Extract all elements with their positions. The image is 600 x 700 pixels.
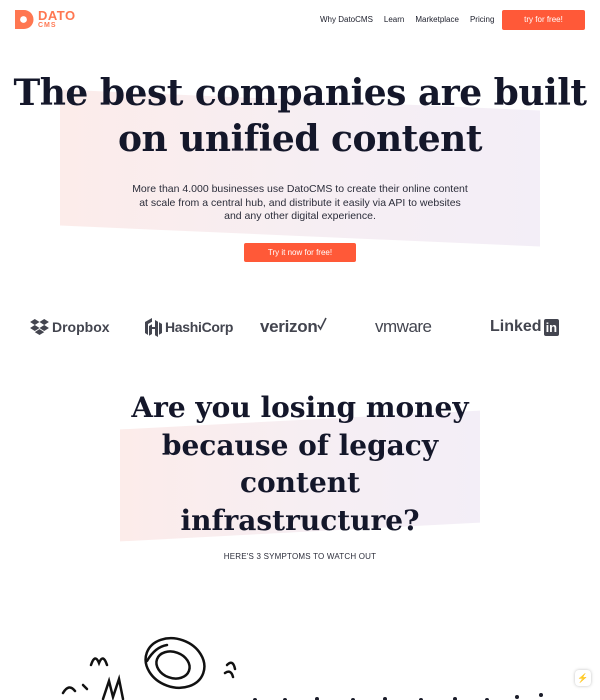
- verizon-logo: verizon: [260, 314, 328, 340]
- hashicorp-icon: [145, 317, 165, 337]
- hero-title-line-2: on unified content: [118, 118, 482, 160]
- logo-text-bottom: CMS: [38, 22, 57, 29]
- linkedin-wordmark: Linked: [490, 318, 542, 335]
- symptoms-subheading: HERE'S 3 SYMPTOMS TO WATCH OUT: [223, 552, 377, 561]
- nav-links: Why DatoCMS Learn Marketplace Pricing: [320, 15, 505, 24]
- dropbox-icon: [30, 319, 52, 335]
- vmware-wordmark: vmware: [375, 317, 432, 336]
- verizon-wordmark: verizon: [260, 317, 318, 336]
- linkedin-in-badge: in: [543, 318, 560, 336]
- heading-line-1: Are you losing money: [131, 391, 469, 424]
- nav-link-marketplace[interactable]: Marketplace: [415, 15, 459, 24]
- hashicorp-wordmark: HashiCorp: [165, 319, 234, 335]
- heading-line-3: content: [239, 466, 361, 499]
- hero-title-line-1: The best companies are built: [13, 72, 587, 114]
- vmware-logo: vmware: [375, 314, 432, 340]
- customer-logos: Dropbox HashiCorp verizon vmware Linked …: [0, 314, 600, 340]
- hero-title: The best companies are built on unified …: [0, 70, 600, 162]
- lightning-icon[interactable]: ⚡: [575, 670, 591, 686]
- nav-link-why-datocms[interactable]: Why DatoCMS: [320, 15, 373, 24]
- hero-subtitle: More than 4.000 businesses use DatoCMS t…: [132, 183, 468, 222]
- dropbox-logo: Dropbox: [30, 314, 110, 340]
- datocms-logo[interactable]: DATO CMS: [15, 9, 76, 29]
- top-navigation: DATO CMS Why DatoCMS Learn Marketplace P…: [0, 0, 600, 40]
- hashicorp-logo: HashiCorp: [145, 314, 233, 340]
- nav-link-pricing[interactable]: Pricing: [470, 15, 494, 24]
- linkedin-logo: Linked in: [490, 314, 560, 340]
- illustration-trailing-strokes: [245, 688, 555, 700]
- try-for-free-button[interactable]: try for free!: [502, 10, 585, 30]
- symptom-illustration: [55, 625, 245, 700]
- heading-line-2: because of legacy: [161, 428, 439, 462]
- heading-line-4: infrastructure?: [180, 503, 420, 537]
- logo-text-top: DATO: [38, 8, 76, 23]
- datocms-logo-icon: [15, 9, 34, 29]
- try-it-now-button[interactable]: Try it now for free!: [244, 243, 356, 262]
- legacy-content-heading: Are you losing money because of legacy c…: [120, 389, 480, 539]
- nav-link-learn[interactable]: Learn: [384, 15, 404, 24]
- dropbox-wordmark: Dropbox: [52, 319, 110, 335]
- verizon-check-icon: [317, 317, 328, 331]
